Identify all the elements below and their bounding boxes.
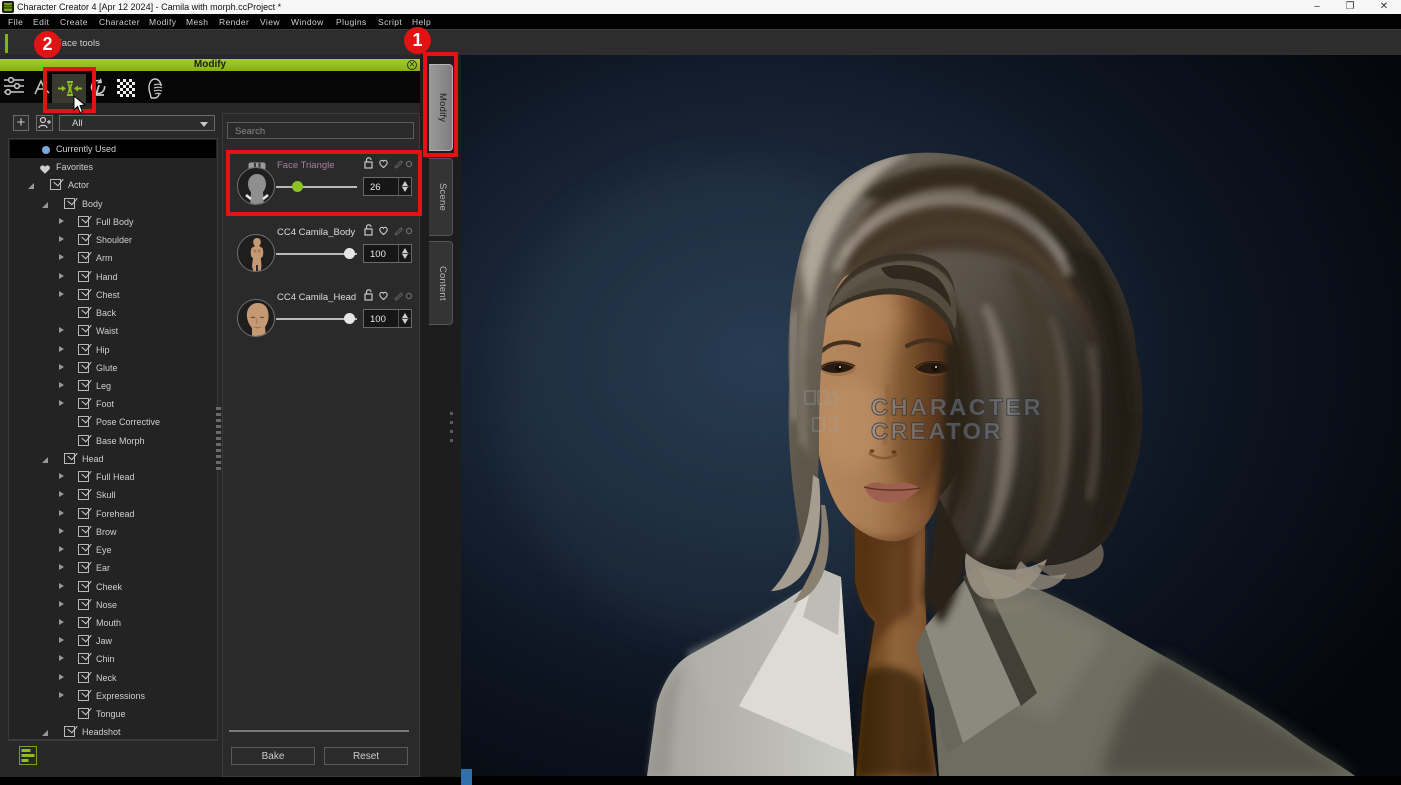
svg-text:CHARACTER: CHARACTER: [871, 394, 1043, 420]
svg-text:CREATOR: CREATOR: [871, 418, 1003, 444]
